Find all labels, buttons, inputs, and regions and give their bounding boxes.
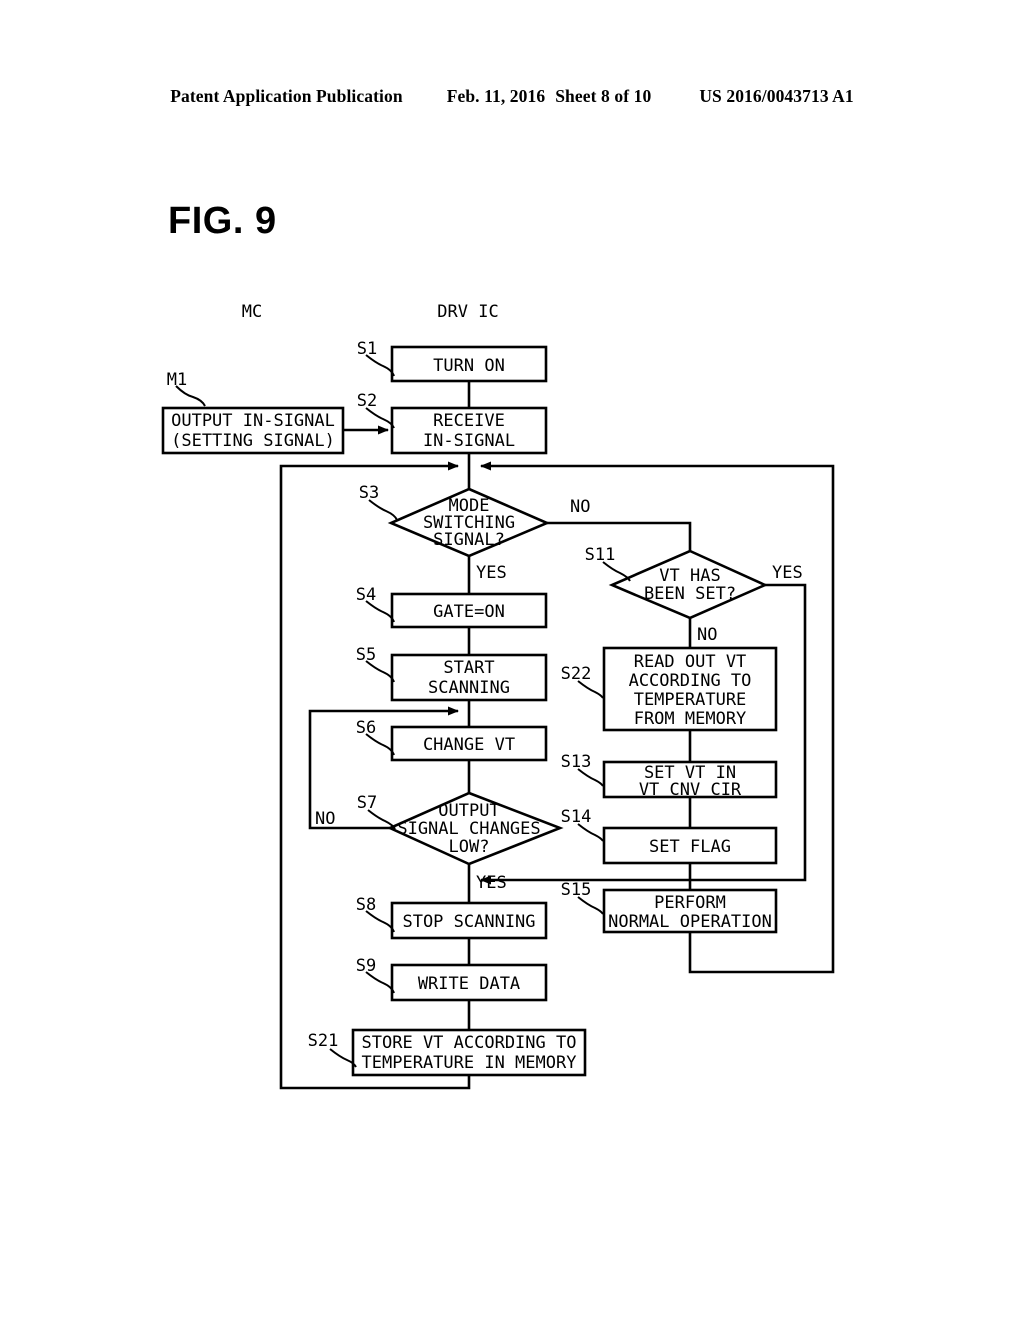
node-m1-step: M1 bbox=[167, 370, 187, 390]
node-s6-line-1: CHANGE VT bbox=[423, 735, 515, 755]
node-s22: READ OUT VT ACCORDING TO TEMPERATURE FRO… bbox=[561, 646, 778, 732]
node-s7: OUTPUT SIGNAL CHANGES LOW? S7 NO YES bbox=[315, 791, 564, 893]
node-s7-line-1: OUTPUT bbox=[438, 801, 499, 821]
node-s5-step: S5 bbox=[356, 645, 376, 665]
node-s14-line-1: SET FLAG bbox=[649, 837, 731, 857]
node-s8-line-1: STOP SCANNING bbox=[402, 912, 535, 932]
branch-label-s11-no: NO bbox=[697, 625, 717, 645]
patent-page: Patent Application Publication Feb. 11, … bbox=[0, 0, 1024, 1320]
node-s2-leader bbox=[365, 407, 395, 429]
node-s14: SET FLAG S14 bbox=[561, 807, 778, 865]
node-s3: MODE SWITCHING SIGNAL? S3 NO YES bbox=[359, 483, 591, 583]
node-s6: CHANGE VT S6 bbox=[356, 718, 548, 762]
node-s3-leader bbox=[368, 499, 398, 521]
node-s11-line-2: BEEN SET? bbox=[644, 584, 736, 604]
node-s4-line-1: GATE=ON bbox=[433, 602, 505, 622]
node-s3-line-3: SIGNAL? bbox=[433, 530, 505, 550]
node-s13-line-2: VT CNV CIR bbox=[639, 780, 742, 800]
column-heading-mc: MC bbox=[242, 302, 262, 322]
node-s5-line-1: START bbox=[443, 658, 494, 678]
node-s22-line-4: FROM MEMORY bbox=[634, 709, 747, 729]
node-s9: WRITE DATA S9 bbox=[356, 956, 548, 1002]
node-s1: TURN ON S1 bbox=[357, 339, 548, 383]
flowchart: MC DRV IC OUTPUT IN-SIGNAL (SETTING SIGN… bbox=[161, 302, 835, 1090]
node-s8: STOP SCANNING S8 bbox=[356, 895, 548, 940]
branch-label-s11-yes: YES bbox=[772, 563, 803, 583]
node-s5: START SCANNING S5 bbox=[356, 645, 548, 702]
node-s4: GATE=ON S4 bbox=[356, 585, 548, 629]
node-s7-line-2: SIGNAL CHANGES bbox=[397, 819, 540, 839]
node-s4-step: S4 bbox=[356, 585, 376, 605]
node-s2: RECEIVE IN-SIGNAL S2 bbox=[357, 391, 548, 455]
node-s7-line-3: LOW? bbox=[449, 837, 490, 857]
node-m1-line-2: (SETTING SIGNAL) bbox=[171, 431, 335, 451]
node-m1-line-1: OUTPUT IN-SIGNAL bbox=[171, 411, 335, 431]
node-s11-step: S11 bbox=[585, 545, 616, 565]
node-s5-line-2: SCANNING bbox=[428, 678, 510, 698]
node-s22-line-3: TEMPERATURE bbox=[634, 690, 747, 710]
node-s13: SET VT IN VT CNV CIR S13 bbox=[561, 752, 778, 800]
node-s13-step: S13 bbox=[561, 752, 592, 772]
node-s15-line-2: NORMAL OPERATION bbox=[608, 912, 772, 932]
node-s15-line-1: PERFORM bbox=[654, 893, 726, 913]
node-s2-step: S2 bbox=[357, 391, 377, 411]
node-s22-line-1: READ OUT VT bbox=[634, 652, 747, 672]
node-s21-line-2: TEMPERATURE IN MEMORY bbox=[362, 1053, 577, 1073]
node-s1-line-1: TURN ON bbox=[433, 356, 505, 376]
node-m1: OUTPUT IN-SIGNAL (SETTING SIGNAL) M1 bbox=[161, 370, 345, 455]
node-s21-step: S21 bbox=[308, 1031, 339, 1051]
node-s1-step: S1 bbox=[357, 339, 377, 359]
node-s22-step: S22 bbox=[561, 664, 592, 684]
node-s7-step: S7 bbox=[357, 793, 377, 813]
branch-label-s3-no: NO bbox=[570, 497, 590, 517]
node-s2-line-2: IN-SIGNAL bbox=[423, 431, 515, 451]
node-s9-step: S9 bbox=[356, 956, 376, 976]
node-s6-step: S6 bbox=[356, 718, 376, 738]
node-s9-line-1: WRITE DATA bbox=[418, 974, 520, 994]
column-heading-drvic: DRV IC bbox=[437, 302, 498, 322]
edge-s3-s11 bbox=[547, 521, 692, 551]
node-s22-line-2: ACCORDING TO bbox=[629, 671, 752, 691]
node-s8-step: S8 bbox=[356, 895, 376, 915]
branch-label-s7-yes: YES bbox=[476, 873, 507, 893]
branch-label-s7-no: NO bbox=[315, 809, 335, 829]
node-s2-line-1: RECEIVE bbox=[433, 411, 505, 431]
node-s21: STORE VT ACCORDING TO TEMPERATURE IN MEM… bbox=[308, 1028, 587, 1077]
node-s11-line-1: VT HAS bbox=[659, 566, 720, 586]
node-s3-step: S3 bbox=[359, 483, 379, 503]
node-s21-line-1: STORE VT ACCORDING TO bbox=[362, 1033, 577, 1053]
branch-label-s3-yes: YES bbox=[476, 563, 507, 583]
node-s15: PERFORM NORMAL OPERATION S15 bbox=[561, 880, 778, 934]
node-s11: VT HAS BEEN SET? S11 YES NO bbox=[585, 545, 803, 645]
node-s15-step: S15 bbox=[561, 880, 592, 900]
node-s14-step: S14 bbox=[561, 807, 592, 827]
